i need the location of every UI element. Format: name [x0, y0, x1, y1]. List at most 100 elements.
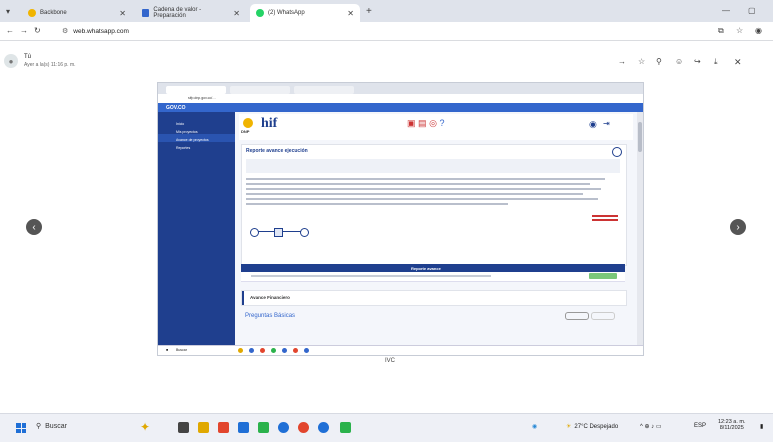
inner-taskbar-apps	[238, 348, 309, 353]
save-status-button	[589, 273, 617, 279]
sidebar-item-avance: Avance de proyectos	[158, 134, 235, 142]
clock[interactable]: 12:23 a. m. 8/11/2025	[718, 419, 746, 431]
browser-tab-bar: ▾ Backbone ✕ Cadena de valor - Preparaci…	[0, 0, 773, 22]
inner-header: DNP hif ▣ ▤ ◎ ? ◉ ⇥	[239, 114, 633, 140]
share-icon[interactable]: ↪	[694, 58, 701, 66]
report-tab-bar: Reporte avance	[241, 264, 625, 272]
inner-taskbar: ■ Buscar	[158, 345, 643, 355]
download-icon[interactable]: ⤓	[714, 58, 718, 66]
windows-start-icon[interactable]	[16, 423, 26, 433]
clipboard-icon: ▣	[407, 118, 416, 128]
dnp-logo-text: DNP	[241, 129, 250, 134]
tab-label: Cadena de valor - Preparación	[153, 7, 202, 19]
sidebar-item-label: Reportes	[176, 146, 191, 150]
address-bar: ← → ↻ ⚙ web.whatsapp.com ⧉ ☆ ◉	[0, 22, 773, 41]
profile-icon[interactable]: ◉	[755, 27, 762, 35]
finance-section: Avance Financiero	[241, 290, 627, 306]
url-field[interactable]: ⚙ web.whatsapp.com	[62, 25, 702, 37]
taskbar-search-label: Buscar	[45, 422, 67, 430]
search-icon: ⚲	[36, 423, 42, 430]
tab-whatsapp[interactable]: (2) WhatsApp ✕	[250, 4, 360, 22]
report-subtabs	[241, 272, 625, 282]
bookmark-star-icon[interactable]: ☆	[736, 27, 743, 35]
inner-button	[591, 312, 615, 320]
file-explorer-icon[interactable]	[198, 422, 209, 433]
project-logo-icon: hif	[261, 116, 278, 131]
windows-taskbar: ⚲ Buscar ✦ ◉ ☀ 27°C Despejado ^ ⊕ ♪ ▭ ES…	[0, 413, 773, 442]
weather-text: 27°C Despejado	[574, 423, 619, 430]
task-view-icon[interactable]	[178, 422, 189, 433]
previous-button[interactable]: ‹	[26, 219, 42, 235]
inner-button	[565, 312, 589, 320]
inner-tab	[230, 86, 290, 94]
alert-value-line	[592, 219, 618, 221]
minimize-icon[interactable]: —	[722, 7, 730, 15]
tray-icons[interactable]: ^ ⊕ ♪ ▭	[640, 423, 662, 430]
step-marker	[250, 228, 259, 237]
avatar: ●	[4, 54, 18, 68]
pin-icon[interactable]: ⚲	[656, 58, 662, 66]
inner-sidebar: Inicio Mis proyectos Avance de proyectos…	[158, 112, 235, 355]
app-icon[interactable]	[238, 422, 249, 433]
back-icon[interactable]: ←	[6, 27, 14, 35]
app-icon[interactable]	[318, 422, 329, 433]
chrome-icon[interactable]	[298, 422, 309, 433]
colombia-crest-icon	[243, 118, 253, 128]
inner-tab	[166, 86, 226, 94]
report-section-title: Reporte avance ejecución	[246, 148, 308, 154]
star-icon[interactable]: ☆	[638, 58, 645, 66]
shared-screenshot-image[interactable]: sifp.dnp.gov.co/… GOV.CO Inicio Mis proy…	[157, 82, 644, 356]
document-icon: ▤	[418, 118, 427, 128]
tab-backbone[interactable]: Backbone ✕	[22, 4, 132, 22]
weather-widget[interactable]: ☀ 27°C Despejado	[566, 423, 619, 431]
sidebar-item-inicio: Inicio	[158, 112, 235, 126]
message-timestamp: Ayer a la(s) 11:16 p. m.	[24, 62, 76, 68]
report-card: Reporte avance ejecución	[241, 144, 627, 266]
close-icon[interactable]: ✕	[734, 58, 742, 67]
gov-brand: GOV.CO	[166, 105, 186, 111]
app-icon[interactable]	[258, 422, 269, 433]
close-tab-icon[interactable]: ✕	[347, 9, 354, 18]
chevron-right-icon: ›	[736, 221, 740, 233]
new-tab-icon[interactable]: +	[366, 7, 372, 17]
project-description-lines	[246, 175, 620, 223]
forward-arrow-icon[interactable]: →	[618, 58, 626, 66]
network-tray-icon[interactable]: ◉	[532, 423, 537, 430]
tab-label: Backbone	[40, 10, 67, 16]
app-icon[interactable]	[340, 422, 351, 433]
help-icon: ?	[439, 118, 445, 128]
widget-icon[interactable]: ✦	[140, 420, 150, 434]
next-button[interactable]: ›	[730, 219, 746, 235]
close-tab-icon[interactable]: ✕	[233, 9, 240, 18]
edge-icon[interactable]	[278, 422, 289, 433]
backbone-favicon-icon	[28, 9, 36, 17]
dnp-favicon-icon	[142, 9, 150, 17]
report-tab-label: Reporte avance	[411, 266, 441, 271]
media-caption: IVC	[385, 358, 396, 364]
language-indicator[interactable]: ESP	[694, 423, 706, 429]
whatsapp-favicon-icon	[256, 9, 264, 17]
sender-name: Tú	[24, 54, 32, 60]
maximize-icon[interactable]: ▢	[748, 7, 756, 15]
inner-main-content: DNP hif ▣ ▤ ◎ ? ◉ ⇥ Reporte avance ejecu…	[235, 112, 637, 355]
emoji-icon[interactable]: ☺	[675, 58, 683, 66]
finance-label: Avance Financiero	[250, 295, 290, 300]
close-tab-icon[interactable]: ✕	[119, 9, 126, 18]
notification-icon[interactable]: ▮	[760, 423, 763, 430]
site-info-icon[interactable]: ⚙	[62, 27, 68, 35]
taskbar-search-box[interactable]: ⚲ Buscar	[36, 422, 67, 431]
user-avatar-icon: ◉	[589, 119, 597, 129]
clock-date: 8/11/2025	[719, 425, 744, 431]
reload-icon[interactable]: ↻	[34, 27, 41, 35]
progress-stepper	[250, 227, 310, 237]
tab-label: (2) WhatsApp	[268, 10, 305, 16]
message-sender: Tú Ayer a la(s) 11:16 p. m.	[24, 54, 76, 68]
tab-cadena-valor[interactable]: Cadena de valor - Preparación ✕	[136, 4, 246, 22]
extensions-icon[interactable]: ⧉	[718, 27, 724, 35]
tab-menu-icon[interactable]: ▾	[6, 8, 10, 16]
chevron-left-icon: ‹	[32, 221, 36, 233]
app-icon[interactable]	[218, 422, 229, 433]
sun-icon: ☀	[566, 424, 572, 430]
inner-address-bar: sifp.dnp.gov.co/…	[158, 94, 643, 103]
forward-icon[interactable]: →	[20, 27, 28, 35]
